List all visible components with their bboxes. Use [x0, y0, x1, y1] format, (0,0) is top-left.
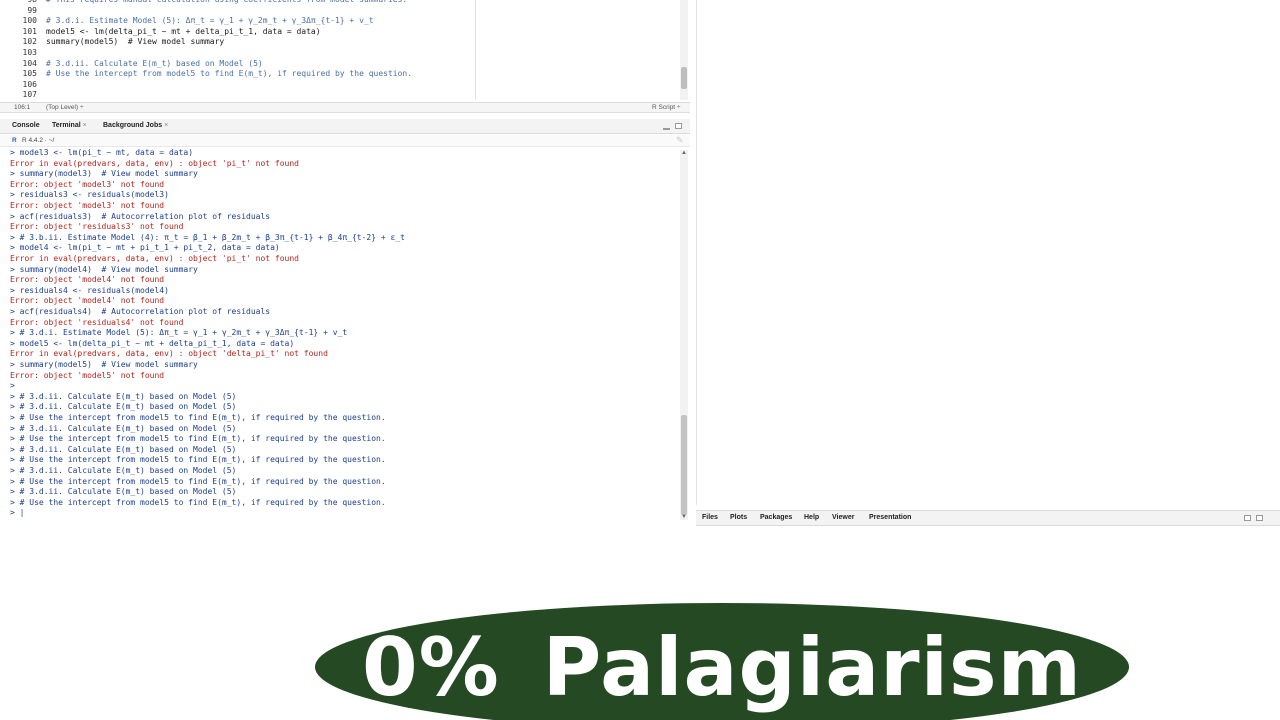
console-command-line: > residuals3 <- residuals(model3) [10, 190, 169, 200]
maximize-icon[interactable] [1256, 515, 1263, 521]
console-command-line: > # 3.b.ii. Estimate Model (4): π_t = β_… [10, 232, 405, 242]
tab-help[interactable]: Help [804, 514, 819, 521]
scroll-up-icon[interactable]: ▲ [681, 150, 687, 156]
console-command-line: > model5 <- lm(delta_pi_t ~ mt + delta_p… [10, 338, 295, 348]
console-tab-bar: Console Terminal × Background Jobs × [0, 119, 690, 134]
console-command-line: > acf(residuals3) # Autocorrelation plot… [10, 211, 271, 221]
editor-line: 104 # 3.d.ii. Calculate E(m_t) based on M… [0, 59, 680, 70]
line-number: 99 [27, 5, 37, 15]
console-command-line: > # 3.d.ii. Calculate E(m_t) based on Mo… [10, 402, 237, 412]
clear-console-icon[interactable]: ✎ [676, 135, 684, 146]
console-command-line: > summary(model3) # View model summary [10, 169, 198, 179]
line-number: 107 [22, 90, 37, 100]
tab-presentation[interactable]: Presentation [869, 514, 911, 521]
console-error-line: Error: object 'model3' not found [10, 201, 165, 210]
code-text: summary(model5) # View model summary [46, 37, 225, 47]
console-error-line: Error: object 'model4' not found [10, 296, 165, 306]
console-error-line: Error: object 'residuals3' not found [10, 222, 184, 232]
console-command-line: > model3 <- lm(pi_t ~ mt, data = data) [10, 148, 194, 157]
close-icon[interactable]: × [164, 122, 168, 129]
console-error-line: Error: object 'model4' not found [10, 275, 165, 285]
tab-console[interactable]: Console [12, 122, 40, 129]
editor-line: 105 # Use the intercept from model5 to fi… [0, 69, 680, 80]
editor-scrollbar-thumb[interactable] [681, 67, 687, 89]
editor-line: 102 summary(model5) # View model summary [0, 37, 680, 48]
code-text: # Use the intercept from model5 to find … [46, 69, 413, 79]
console-command-line: > # Use the intercept from model5 to fin… [10, 476, 386, 486]
scope-dropdown[interactable]: (Top Level) ÷ [46, 104, 84, 111]
console-command-line: > [10, 381, 15, 391]
line-number: 106 [22, 79, 37, 89]
r-logo-icon: R [12, 137, 17, 144]
console-command-line: > acf(residuals4) # Autocorrelation plot… [10, 307, 271, 316]
console-output[interactable]: > model3 <- lm(pi_t ~ mt, data = data) Er… [0, 148, 690, 526]
editor-line: 99 [0, 6, 680, 17]
editor-status-bar: 106:1 (Top Level) ÷ R Script ÷ [0, 102, 690, 113]
console-command-line: > # Use the intercept from model5 to fin… [10, 455, 386, 465]
tab-viewer[interactable]: Viewer [832, 514, 854, 521]
console-error-line: Error: object 'residuals4' not found [10, 317, 184, 327]
restore-icon[interactable] [1244, 515, 1251, 521]
console-command-line: > # Use the intercept from model5 to fin… [10, 413, 386, 422]
code-text: # 3.d.i. Estimate Model (5): Δπ_t = γ_1 … [46, 16, 374, 26]
minimize-icon[interactable] [663, 127, 670, 130]
tab-background-jobs[interactable]: Background Jobs × [103, 122, 168, 129]
maximize-icon[interactable] [675, 123, 682, 129]
line-number: 101 [22, 26, 37, 36]
tab-terminal[interactable]: Terminal × [52, 122, 87, 129]
line-number: 105 [22, 69, 37, 79]
line-number: 102 [22, 37, 37, 47]
console-error-line: Error: object 'model3' not found [10, 179, 165, 189]
filetype-dropdown[interactable]: R Script ÷ [652, 104, 681, 111]
console-error-line: Error in eval(predvars, data, env) : obj… [10, 254, 299, 263]
tab-plots[interactable]: Plots [730, 514, 747, 521]
editor-line: 100 # 3.d.i. Estimate Model (5): Δπ_t = γ… [0, 16, 680, 27]
console-command-line: > # 3.d.ii. Calculate E(m_t) based on Mo… [10, 444, 237, 454]
tab-packages[interactable]: Packages [760, 514, 792, 521]
line-number: 104 [22, 58, 37, 68]
code-text: model5 <- lm(delta_pi_t ~ mt + delta_pi_… [46, 26, 321, 36]
editor-line: 106 [0, 80, 680, 91]
code-text: # 3.d.ii. Calculate E(m_t) based on Mode… [46, 58, 263, 68]
console-command-line: > # 3.d.ii. Calculate E(m_t) based on Mo… [10, 487, 237, 497]
editor-line: 103 [0, 48, 680, 59]
console-error-line: Error: object 'model5' not found [10, 370, 165, 380]
scroll-down-icon[interactable]: ▼ [681, 514, 687, 520]
console-command-line: > | [10, 508, 25, 518]
tab-files[interactable]: Files [702, 514, 718, 521]
console-scrollbar-thumb[interactable] [681, 415, 687, 515]
editor-line: 101 model5 <- lm(delta_pi_t ~ mt + delta_… [0, 27, 680, 38]
console-command-line: > # Use the intercept from model5 to fin… [10, 497, 386, 507]
close-icon[interactable]: × [83, 122, 87, 129]
files-pane-tab-bar: Files Plots Packages Help Viewer Present… [696, 510, 1280, 526]
console-command-line: > summary(model4) # View model summary [10, 264, 198, 274]
console-command-line: > # 3.d.ii. Calculate E(m_t) based on Mo… [10, 423, 237, 433]
console-command-line: > model4 <- lm(pi_t ~ mt + pi_t_1 + pi_t… [10, 243, 280, 253]
banner-title: 0% Palagiarism [361, 621, 1083, 714]
editor-margin-line [475, 0, 476, 100]
cursor-position: 106:1 [14, 104, 31, 111]
r-version: R 4.4.2 · ~/ [22, 137, 55, 144]
console-command-line: > residuals4 <- residuals(model4) [10, 285, 169, 295]
console-command-line: > # 3.d.ii. Calculate E(m_t) based on Mo… [10, 466, 237, 475]
line-number: 100 [22, 16, 37, 26]
console-header: R R 4.4.2 · ~/ ✎ [0, 135, 690, 147]
line-number: 103 [22, 48, 37, 57]
console-command-line: > # Use the intercept from model5 to fin… [10, 434, 386, 444]
editor-line: 107 [0, 90, 680, 101]
environment-pane [696, 0, 1280, 505]
console-command-line: > # 3.d.i. Estimate Model (5): Δπ_t = γ_… [10, 328, 348, 338]
console-command-line: > summary(model5) # View model summary [10, 360, 198, 369]
source-editor[interactable]: 98# This requires manual calculation usi… [0, 0, 690, 102]
console-error-line: Error in eval(predvars, data, env) : obj… [10, 158, 299, 168]
console-command-line: > # 3.d.ii. Calculate E(m_t) based on Mo… [10, 391, 237, 401]
console-error-line: Error in eval(predvars, data, env) : obj… [10, 349, 328, 359]
